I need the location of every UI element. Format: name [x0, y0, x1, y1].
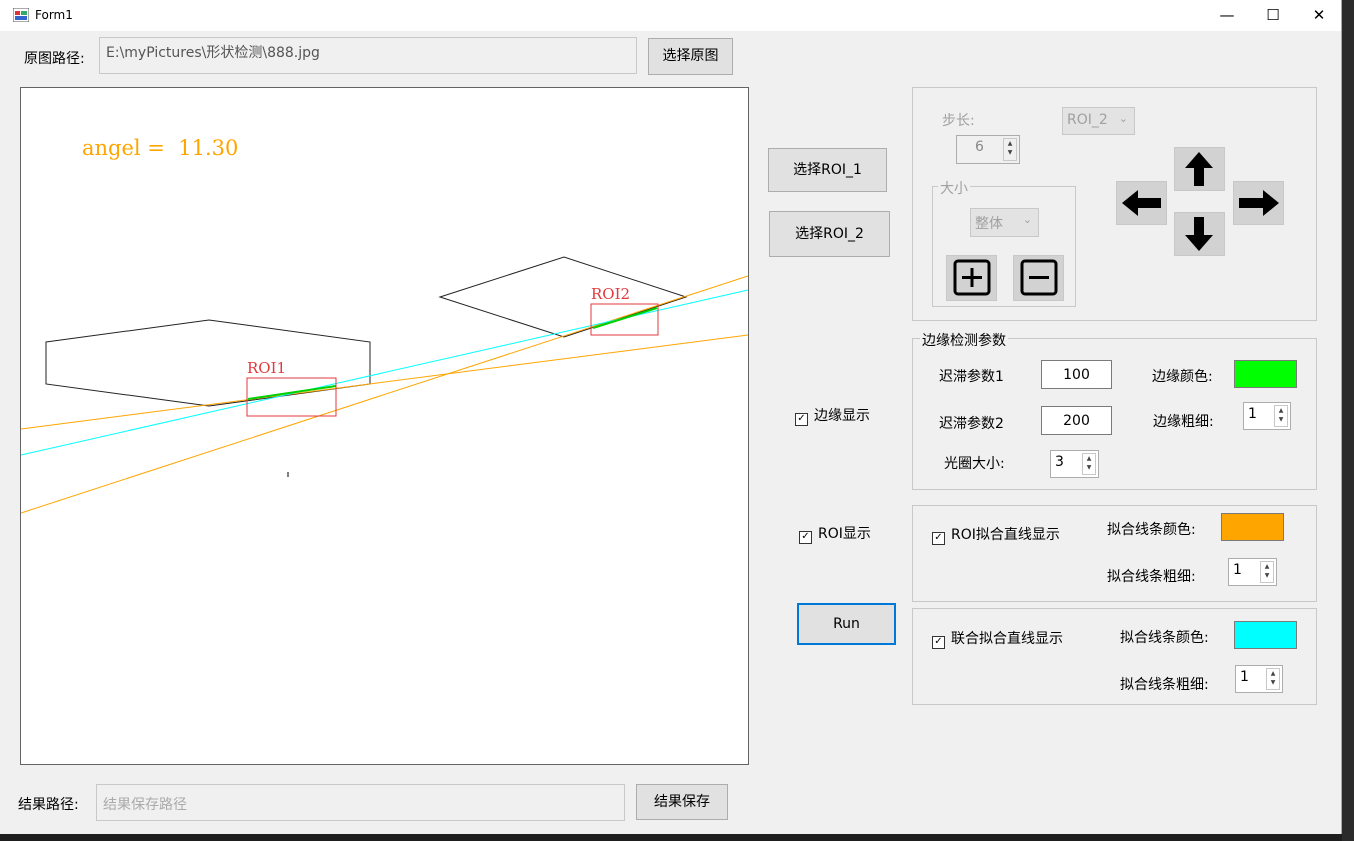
- arrow-up-icon: [1185, 152, 1213, 186]
- roi-select[interactable]: ROI_2 ⌄: [1062, 107, 1135, 135]
- roi-show-checkbox[interactable]: ✓ ROI显示: [799, 523, 871, 544]
- roi2-edge: [592, 307, 658, 329]
- angle-label: angel = 11.30: [82, 136, 239, 160]
- move-right-button[interactable]: [1233, 181, 1284, 225]
- move-left-button[interactable]: [1116, 181, 1167, 225]
- plus-icon: [953, 259, 991, 296]
- spinner-arrows-icon[interactable]: ▲ ▼: [1274, 405, 1288, 427]
- app-icon: [13, 8, 29, 22]
- checkbox-check-icon: ✓: [932, 636, 945, 649]
- joint-fit-color-swatch[interactable]: [1234, 621, 1297, 649]
- run-button[interactable]: Run: [797, 603, 896, 645]
- checkbox-check-icon: ✓: [932, 532, 945, 545]
- hysteresis1-label: 迟滞参数1: [939, 369, 1004, 385]
- roi-fit-checkbox-label: ROI拟合直线显示: [951, 527, 1060, 543]
- size-select[interactable]: 整体 ⌄: [970, 208, 1039, 237]
- size-group-title: 大小: [938, 178, 970, 198]
- joint-fit-color-label: 拟合线条颜色:: [1120, 630, 1209, 646]
- select-image-button[interactable]: 选择原图: [648, 38, 733, 75]
- roi2-fit-line: [21, 275, 748, 514]
- minimize-button[interactable]: —: [1204, 0, 1250, 31]
- roi-fit-width-spinner[interactable]: 1 ▲ ▼: [1228, 558, 1277, 586]
- hysteresis2-input[interactable]: 200: [1041, 406, 1112, 435]
- roi-fit-width-label: 拟合线条粗细:: [1107, 569, 1196, 585]
- arrow-right-icon: [1239, 190, 1279, 216]
- left-shape: [45, 319, 371, 407]
- spinner-arrows-icon[interactable]: ▲ ▼: [1082, 453, 1096, 475]
- right-shape: [438, 256, 688, 338]
- select-roi2-button[interactable]: 选择ROI_2: [769, 211, 890, 257]
- edge-color-swatch[interactable]: [1234, 360, 1297, 388]
- roi1-label: ROI1: [247, 359, 287, 377]
- shrink-button[interactable]: [1013, 255, 1064, 301]
- hysteresis2-label: 迟滞参数2: [939, 416, 1004, 432]
- checkbox-check-icon: ✓: [795, 413, 808, 426]
- arrow-down-icon: [1185, 217, 1213, 251]
- edge-params-title: 边缘检测参数: [920, 330, 1008, 350]
- joint-fit-width-spinner[interactable]: 1 ▲ ▼: [1235, 665, 1283, 693]
- main-window: Form1 — ☐ ✕ 原图路径: E:\myPictures\形状检测\888…: [0, 0, 1342, 834]
- aperture-value: 3: [1055, 454, 1064, 470]
- edge-width-value: 1: [1248, 406, 1257, 422]
- checkbox-check-icon: ✓: [799, 531, 812, 544]
- joint-fit-width-value: 1: [1240, 669, 1249, 685]
- move-down-button[interactable]: [1174, 212, 1225, 256]
- result-path-label: 结果路径:: [18, 797, 79, 813]
- joint-fit-width-label: 拟合线条粗细:: [1120, 677, 1209, 693]
- edge-show-label: 边缘显示: [814, 408, 870, 424]
- maximize-button[interactable]: ☐: [1250, 0, 1296, 31]
- chevron-down-icon: ⌄: [1022, 213, 1032, 226]
- save-result-button[interactable]: 结果保存: [636, 784, 728, 820]
- source-path-label: 原图路径:: [24, 51, 85, 67]
- aperture-spinner[interactable]: 3 ▲ ▼: [1050, 450, 1099, 478]
- roi-fit-color-swatch[interactable]: [1221, 513, 1284, 541]
- roi-fit-color-label: 拟合线条颜色:: [1107, 522, 1196, 538]
- window-title: Form1: [35, 8, 73, 22]
- edge-show-checkbox[interactable]: ✓ 边缘显示: [795, 405, 870, 426]
- roi-fit-checkbox[interactable]: ✓ ROI拟合直线显示: [932, 524, 1060, 545]
- close-button[interactable]: ✕: [1296, 0, 1342, 31]
- enlarge-button[interactable]: [946, 255, 997, 301]
- joint-fit-checkbox[interactable]: ✓ 联合拟合直线显示: [932, 628, 1063, 649]
- step-spinner[interactable]: 6 ▲ ▼: [956, 135, 1020, 164]
- step-label: 步长:: [942, 113, 975, 129]
- roi-show-label: ROI显示: [818, 526, 871, 542]
- minus-icon: [1020, 259, 1058, 296]
- spinner-arrows-icon[interactable]: ▲ ▼: [1266, 668, 1280, 690]
- result-path-field[interactable]: 结果保存路径: [96, 784, 625, 821]
- roi-select-value: ROI_2: [1067, 112, 1108, 128]
- size-select-value: 整体: [975, 216, 1003, 232]
- step-value: 6: [975, 139, 984, 155]
- edge-width-spinner[interactable]: 1 ▲ ▼: [1243, 402, 1291, 430]
- source-path-field[interactable]: E:\myPictures\形状检测\888.jpg: [99, 37, 637, 74]
- spinner-arrows-icon[interactable]: ▲ ▼: [1260, 561, 1274, 583]
- title-bar: Form1 — ☐ ✕: [0, 0, 1341, 31]
- canvas-drawing: [21, 256, 748, 514]
- arrow-left-icon: [1122, 190, 1161, 216]
- joint-fit-line: [21, 289, 748, 456]
- roi-fit-width-value: 1: [1233, 562, 1242, 578]
- chevron-down-icon: ⌄: [1118, 112, 1128, 125]
- aperture-label: 光圈大小:: [944, 456, 1005, 472]
- background-strip: [1342, 0, 1354, 841]
- edge-color-label: 边缘颜色:: [1152, 369, 1213, 385]
- roi2-label: ROI2: [591, 285, 631, 303]
- roi1-edge: [247, 385, 337, 400]
- hysteresis1-input[interactable]: 100: [1041, 360, 1112, 389]
- image-canvas[interactable]: angel = 11.30 ROI1 ROI2: [20, 87, 749, 765]
- roi1-fit-line: [21, 334, 748, 430]
- edge-width-label: 边缘粗细:: [1153, 414, 1214, 430]
- spinner-arrows-icon[interactable]: ▲ ▼: [1003, 138, 1017, 161]
- joint-fit-checkbox-label: 联合拟合直线显示: [951, 631, 1063, 647]
- move-up-button[interactable]: [1174, 147, 1225, 191]
- select-roi1-button[interactable]: 选择ROI_1: [768, 148, 887, 192]
